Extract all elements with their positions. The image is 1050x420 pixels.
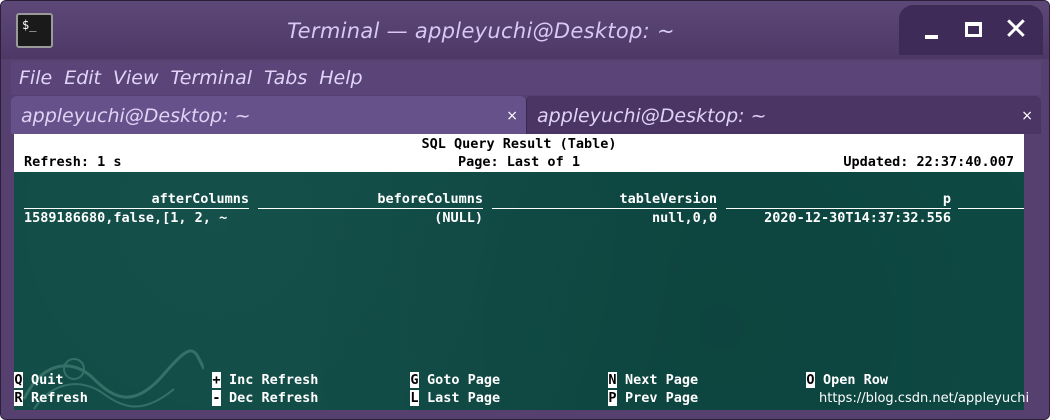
key-open-row[interactable]: O Open Row [806, 372, 888, 390]
watermark: https://blog.csdn.net/appleyuchi [819, 391, 1030, 406]
terminal-window: $_ Terminal — appleyuchi@Desktop: ~ ✕ Fi… [0, 0, 1050, 420]
key-prev-page[interactable]: P Prev Page [608, 390, 698, 408]
close-icon: ✕ [1003, 12, 1029, 47]
window-controls: ✕ [899, 5, 1043, 55]
key-inc-refresh-label: Inc Refresh [229, 372, 319, 388]
window-title: Terminal — appleyuchi@Desktop: ~ [287, 19, 675, 43]
tab-2[interactable]: appleyuchi@Desktop: ~ × [526, 96, 1041, 134]
key-last-page[interactable]: L Last Page [410, 390, 500, 408]
maximize-icon [965, 22, 982, 37]
tab-bar: appleyuchi@Desktop: ~ × appleyuchi@Deskt… [11, 96, 1041, 134]
maximize-button[interactable] [957, 13, 991, 47]
key-goto-page[interactable]: G Goto Page [410, 372, 500, 390]
updated-timestamp: Updated: 22:37:40.007 [843, 154, 1014, 170]
key-goto-page-hotkey: G [410, 372, 419, 388]
key-next-page-label: Next Page [625, 372, 699, 388]
close-button[interactable]: ✕ [999, 13, 1033, 47]
key-quit[interactable]: Q Quit [14, 372, 64, 390]
menu-tabs[interactable]: Tabs [260, 67, 311, 89]
key-last-page-label: Last Page [427, 390, 501, 406]
title-bar[interactable]: $_ Terminal — appleyuchi@Desktop: ~ ✕ [1, 1, 1049, 59]
tab-1-label: appleyuchi@Desktop: ~ [21, 105, 251, 127]
column-header-beforeColumns: beforeColumns [258, 191, 483, 209]
key-prev-page-label: Prev Page [625, 390, 699, 406]
key-prev-page-hotkey: P [608, 390, 617, 406]
key-inc-refresh[interactable]: + Inc Refresh [212, 372, 318, 390]
key-dec-refresh[interactable]: - Dec Refresh [212, 390, 318, 408]
table-cell[interactable]: null,0,0 [492, 210, 717, 226]
key-dec-refresh-hotkey: - [212, 390, 221, 406]
key-quit-label: Quit [31, 372, 64, 388]
tab-2-label: appleyuchi@Desktop: ~ [537, 105, 767, 127]
key-refresh-hotkey: R [14, 390, 23, 406]
table-cell[interactable]: 2020-12-30T14:37:32.556 [726, 210, 951, 226]
menu-file[interactable]: File [15, 67, 56, 89]
key-open-row-label: Open Row [823, 372, 889, 388]
menu-terminal[interactable]: Terminal [167, 67, 257, 89]
column-header-filler [958, 191, 1024, 209]
minimize-icon [925, 35, 938, 39]
key-dec-refresh-label: Dec Refresh [229, 390, 319, 406]
key-inc-refresh-hotkey: + [212, 372, 221, 388]
column-header-afterColumns: afterColumns [24, 191, 249, 209]
key-last-page-hotkey: L [410, 390, 419, 406]
menu-edit[interactable]: Edit [60, 67, 105, 89]
key-next-page[interactable]: N Next Page [608, 372, 698, 390]
key-refresh[interactable]: R Refresh [14, 390, 88, 408]
query-header-panel: SQL Query Result (Table) Refresh: 1 s Pa… [14, 134, 1024, 172]
table-cell[interactable]: (NULL) [258, 210, 483, 226]
minimize-button[interactable] [915, 13, 949, 47]
menu-view[interactable]: View [109, 67, 163, 89]
key-next-page-hotkey: N [608, 372, 617, 388]
tab-2-close-icon[interactable]: × [1021, 96, 1033, 136]
key-quit-hotkey: Q [14, 372, 23, 388]
key-goto-page-label: Goto Page [427, 372, 501, 388]
menu-bar: File Edit View Terminal Tabs Help [11, 61, 1041, 95]
tab-1[interactable]: appleyuchi@Desktop: ~ × [11, 96, 526, 134]
tab-1-close-icon[interactable]: × [506, 96, 518, 136]
column-header-tableVersion: tableVersion [492, 191, 717, 209]
menu-help[interactable]: Help [315, 67, 366, 89]
key-open-row-hotkey: O [806, 372, 815, 388]
column-header-p: p [726, 191, 951, 209]
terminal-area[interactable]: SQL Query Result (Table) Refresh: 1 s Pa… [14, 134, 1024, 410]
table-cell[interactable]: 1589186680,false,[1, 2, ~ [24, 210, 249, 226]
key-refresh-label: Refresh [31, 390, 88, 406]
query-title: SQL Query Result (Table) [421, 136, 617, 152]
